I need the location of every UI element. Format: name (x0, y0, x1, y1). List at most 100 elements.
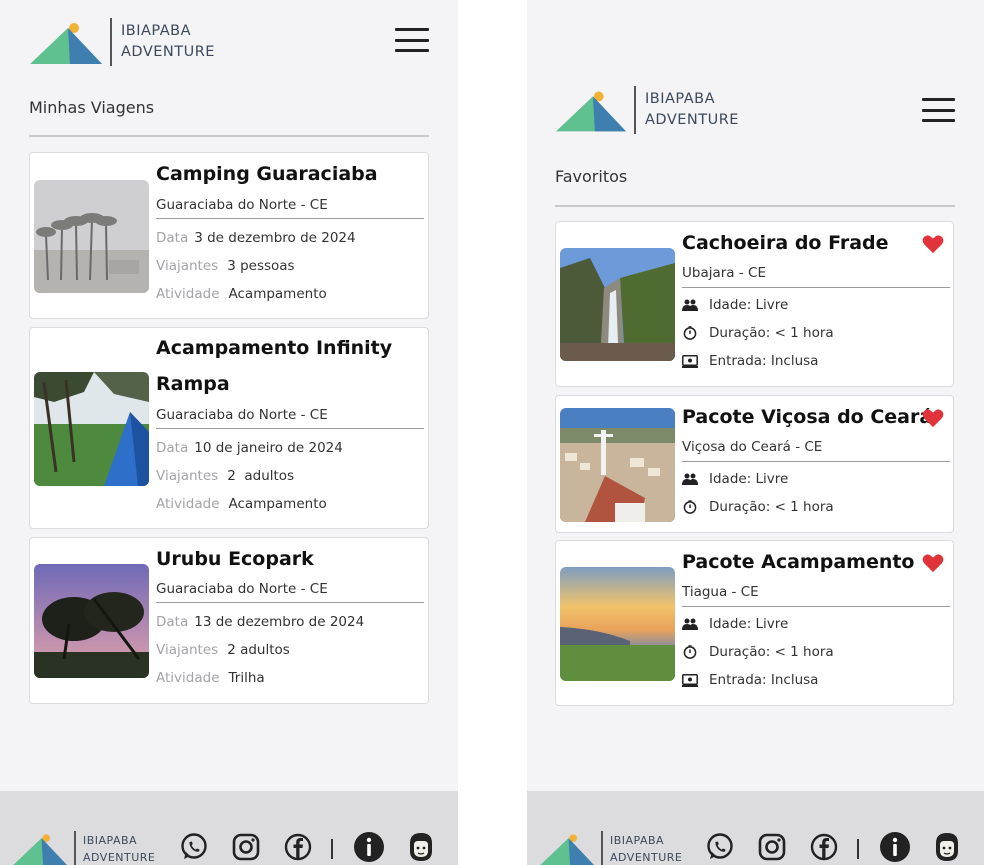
whatsapp-icon[interactable] (179, 832, 209, 862)
travelers-label: Viajantes (156, 642, 219, 658)
facebook-icon[interactable] (283, 832, 313, 862)
instagram-icon[interactable] (231, 832, 261, 862)
trip-travelers-row: Viajantes 2 adultos (156, 642, 290, 658)
footer: IBIAPABA ADVENTURE (0, 791, 458, 865)
duration-value: Duração: < 1 hora (709, 644, 834, 660)
brand-name: IBIAPABA ADVENTURE (121, 21, 215, 63)
logo-divider (110, 18, 112, 66)
favorite-image (560, 248, 675, 361)
brand-line2: ADVENTURE (121, 44, 215, 60)
favorite-card[interactable]: Pacote Acampamento Tiagua - CE Idade: Li… (555, 540, 954, 706)
age-row: Idade: Livre (682, 616, 788, 632)
instagram-icon[interactable] (757, 832, 787, 862)
facebook-icon[interactable] (809, 832, 839, 862)
trip-location: Guaraciaba do Norte - CE (156, 197, 328, 213)
trip-date-row: Data 13 de dezembro de 2024 (156, 614, 364, 630)
activity-value: Trilha (228, 670, 265, 686)
date-label: Data (156, 230, 189, 246)
favorites-screen: IBIAPABA ADVENTURE Favoritos Cachoeira d… (527, 0, 984, 865)
age-value: Idade: Livre (709, 471, 789, 487)
date-value: 10 de janeiro de 2024 (194, 440, 343, 456)
ticket-icon (682, 353, 698, 369)
activity-label: Atividade (156, 286, 220, 302)
page-title: Favoritos (555, 167, 628, 186)
logo-divider (601, 831, 603, 865)
footer-brand-name: IBIAPABA ADVENTURE (83, 832, 155, 865)
whatsapp-icon[interactable] (705, 832, 735, 862)
travelers-label: Viajantes (156, 258, 219, 274)
travelers-label: Viajantes (156, 468, 219, 484)
trip-travelers-row: Viajantes 2 adultos (156, 468, 294, 484)
entry-row: Entrada: Inclusa (682, 672, 818, 688)
trip-divider (156, 428, 424, 429)
trip-divider (156, 602, 424, 603)
brand-line1: IBIAPABA (645, 90, 716, 107)
trip-travelers-row: Viajantes 3 pessoas (156, 258, 295, 274)
brand-logo[interactable]: IBIAPABA ADVENTURE (30, 18, 215, 66)
trip-activity-row: Atividade Acampamento (156, 286, 327, 302)
favorite-title: Pacote Viçosa do Ceará (682, 406, 933, 428)
menu-button[interactable] (922, 98, 955, 122)
trip-image (34, 180, 149, 293)
footer-divider (857, 839, 859, 859)
group-icon (682, 297, 698, 313)
favorite-heart-icon[interactable] (922, 553, 944, 573)
travelers-value: 2 adultos (227, 642, 290, 658)
page-title: Minhas Viagens (29, 98, 155, 117)
info-icon[interactable] (879, 831, 911, 863)
trip-date-row: Data 3 de dezembro de 2024 (156, 230, 356, 246)
clock-icon (682, 325, 698, 341)
favorite-card[interactable]: Pacote Viçosa do Ceará Viçosa do Ceará -… (555, 395, 954, 533)
footer-brand-logo[interactable]: IBIAPABA ADVENTURE (12, 831, 155, 865)
activity-label: Atividade (156, 496, 220, 512)
date-label: Data (156, 440, 189, 456)
age-value: Idade: Livre (709, 616, 789, 632)
favorite-heart-icon[interactable] (922, 234, 944, 254)
info-icon[interactable] (353, 831, 385, 863)
trip-image (34, 372, 149, 486)
trip-card[interactable]: Acampamento Infinity Rampa Guaraciaba do… (29, 327, 429, 529)
profile-icon[interactable] (932, 831, 962, 863)
favorite-title: Cachoeira do Frade (682, 232, 889, 254)
duration-value: Duração: < 1 hora (709, 325, 834, 341)
trip-card[interactable]: Urubu Ecopark Guaraciaba do Norte - CE D… (29, 537, 429, 704)
activity-value: Acampamento (228, 286, 327, 302)
duration-row: Duração: < 1 hora (682, 325, 834, 341)
footer-brand-logo[interactable]: IBIAPABA ADVENTURE (539, 831, 682, 865)
trip-title: Camping Guaraciaba (156, 163, 378, 185)
favorite-image (560, 567, 675, 681)
mountain-logo-icon (540, 834, 594, 865)
date-value: 13 de dezembro de 2024 (194, 614, 365, 630)
brand-line2: ADVENTURE (610, 851, 683, 864)
ticket-icon (682, 672, 698, 688)
logo-divider (634, 86, 636, 134)
trip-divider (156, 218, 424, 219)
header: IBIAPABA ADVENTURE (527, 84, 984, 136)
age-value: Idade: Livre (709, 297, 789, 313)
trip-activity-row: Atividade Trilha (156, 670, 265, 686)
clock-icon (682, 644, 698, 660)
favorite-location: Tiagua - CE (682, 584, 759, 600)
brand-line2: ADVENTURE (645, 112, 739, 128)
title-divider (29, 135, 429, 137)
brand-line1: IBIAPABA (610, 833, 665, 847)
favorite-heart-icon[interactable] (922, 408, 944, 428)
brand-line1: IBIAPABA (121, 22, 192, 39)
favorite-location: Ubajara - CE (682, 265, 766, 281)
menu-button[interactable] (395, 28, 429, 52)
profile-icon[interactable] (406, 831, 436, 863)
trip-location: Guaraciaba do Norte - CE (156, 581, 328, 597)
travelers-value: 2 adultos (227, 468, 295, 484)
trip-location: Guaraciaba do Norte - CE (156, 407, 328, 423)
footer-divider (331, 839, 333, 859)
favorite-card[interactable]: Cachoeira do Frade Ubajara - CE Idade: L… (555, 221, 954, 387)
date-label: Data (156, 614, 189, 630)
trip-activity-row: Atividade Acampamento (156, 496, 327, 512)
trip-date-row: Data 10 de janeiro de 2024 (156, 440, 343, 456)
logo-divider (74, 831, 76, 865)
trip-title-line2: Rampa (156, 373, 230, 395)
brand-logo[interactable]: IBIAPABA ADVENTURE (556, 86, 739, 134)
mountain-logo-icon (30, 23, 102, 64)
trip-card[interactable]: Camping Guaraciaba Guaraciaba do Norte -… (29, 152, 429, 319)
favorite-divider (682, 606, 950, 607)
